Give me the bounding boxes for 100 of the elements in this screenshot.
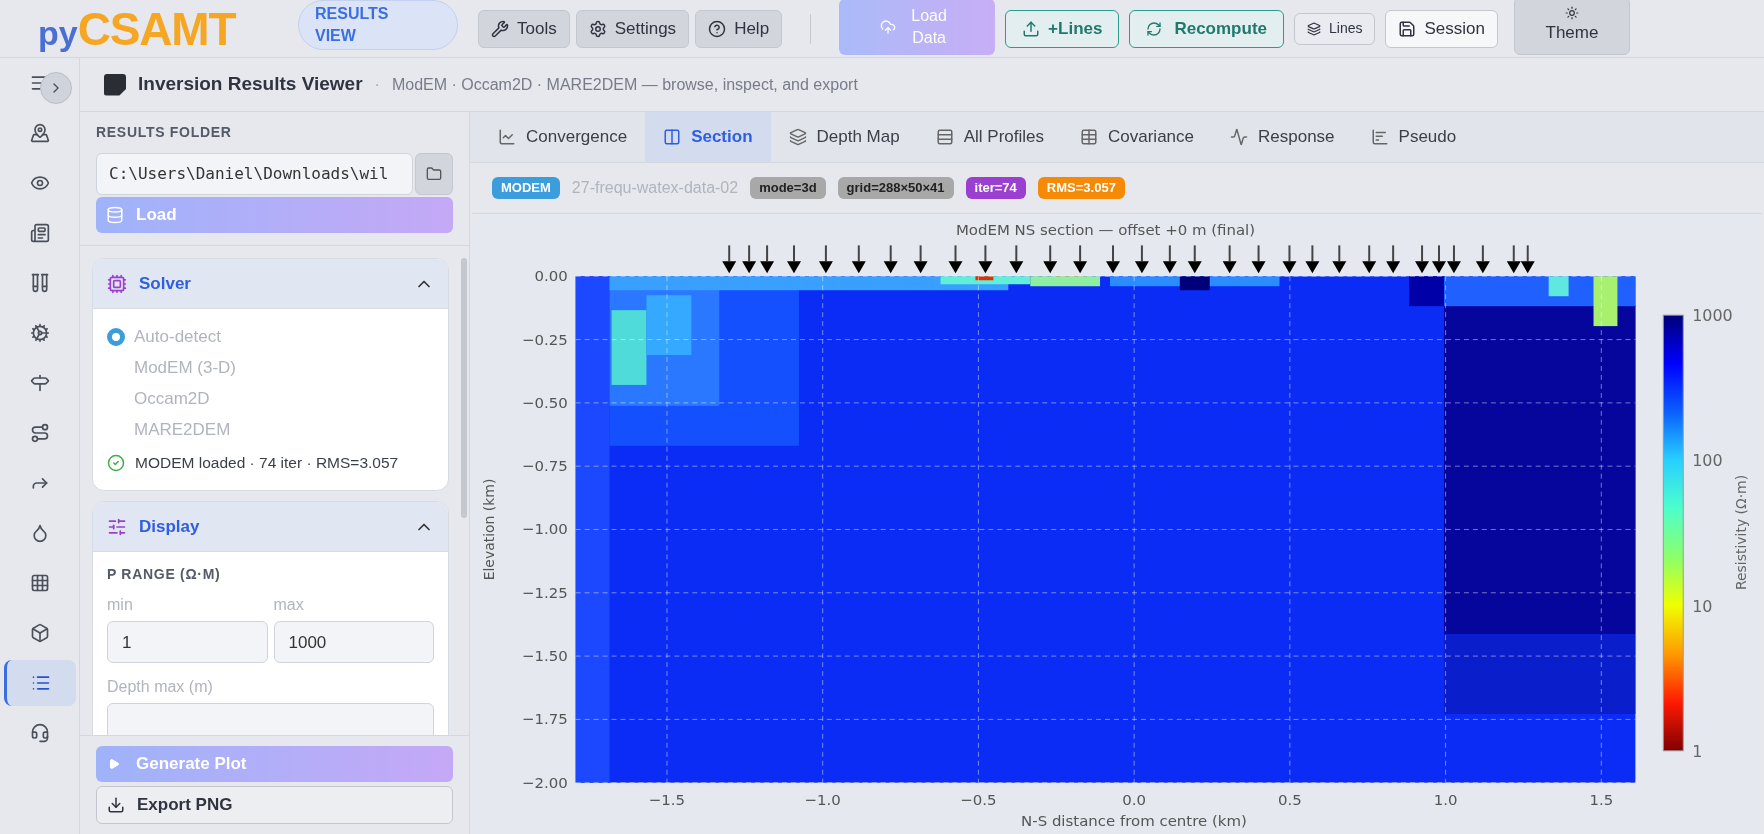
min-label: min (107, 595, 134, 616)
y-tick-label: −1.00 (521, 520, 568, 539)
tab[interactable]: Depth Map (770, 112, 918, 162)
eye-icon (29, 173, 50, 193)
folder-path-field[interactable]: C:\Users\Daniel\Downloads\wil (96, 153, 413, 195)
colorbar-tick-label: 10 (1692, 596, 1713, 616)
y-tick-label: −0.75 (521, 457, 568, 476)
check-circle-icon (107, 453, 125, 472)
settings-icon (588, 19, 607, 38)
recompute-button[interactable]: Recompute (1129, 9, 1284, 48)
tab[interactable]: Convergence (480, 112, 646, 162)
test-tubes-icon (29, 273, 50, 293)
section-title: Display (139, 516, 200, 538)
solver-status: MODEM loaded · 74 iter · RMS=3.057 (135, 453, 399, 473)
rows-icon (935, 128, 954, 146)
colorbar-label: Resistivity (Ω·m) (1733, 474, 1750, 591)
colorbar-tick-label: 1000 (1692, 306, 1733, 326)
layers-icon (1307, 21, 1321, 36)
x-tick-label: 1.0 (1433, 790, 1458, 809)
map-pin-icon (29, 123, 50, 143)
pulse-icon (1230, 128, 1248, 146)
columns-icon (663, 128, 682, 146)
badge: RMS=3.057 (1037, 177, 1125, 199)
x-tick-label: 1.5 (1589, 790, 1614, 809)
grid-icon (29, 573, 50, 593)
refresh-icon (1146, 20, 1163, 37)
cloud-upload-icon (880, 18, 897, 35)
y-axis-label: Elevation (km) (480, 478, 497, 581)
rail-item[interactable] (3, 660, 76, 706)
view-pill: RESULTS VIEW (298, 0, 458, 50)
help-icon (708, 19, 727, 38)
heatmap-cell (1548, 276, 1569, 297)
section-header[interactable]: Solver (93, 259, 448, 309)
section-title: Solver (139, 272, 191, 295)
y-tick-label: −2.00 (521, 773, 568, 792)
y-tick-label: −0.50 (521, 393, 568, 412)
x-tick-label: −1.0 (804, 790, 841, 809)
folder-icon (426, 166, 442, 182)
layers-icon (788, 128, 807, 146)
max-field[interactable]: 1000 (273, 621, 434, 664)
document-icon (104, 73, 126, 96)
depth-max-field[interactable] (107, 703, 434, 735)
page-subtitle: ModEM · Occam2D · MARE2DEM — browse, inspect, and export (391, 74, 858, 95)
toolbar-button[interactable]: Help (695, 9, 783, 48)
lines-button[interactable]: Lines (1294, 12, 1376, 45)
theme-button[interactable]: Theme (1513, 0, 1630, 55)
wrench-icon (491, 19, 509, 38)
y-tick-label: −0.25 (521, 330, 568, 349)
add-lines-button[interactable]: +Lines (1005, 9, 1120, 48)
line-chart-icon (498, 128, 516, 146)
tab[interactable]: Response (1212, 112, 1353, 162)
browse-folder-button[interactable] (415, 153, 453, 195)
heatmap-cell (1030, 276, 1101, 287)
results-folder-label: RESULTS FOLDER (96, 123, 233, 142)
bars-icon (1370, 128, 1389, 146)
download-icon (107, 796, 125, 814)
heatmap-cell (1593, 276, 1618, 327)
badge: mode=3d (750, 177, 826, 199)
list-icon (31, 673, 51, 693)
gears-icon (29, 323, 50, 343)
play-icon (108, 758, 120, 770)
export-png-button[interactable]: Export PNG (96, 786, 453, 824)
session-button[interactable]: Session (1385, 9, 1498, 48)
title-separator: · (374, 74, 380, 95)
x-axis-label: N-S distance from centre (km) (1021, 811, 1247, 830)
tab[interactable]: Covariance (1062, 112, 1212, 162)
badge: grid=288×50×41 (837, 177, 954, 199)
chip-icon (107, 273, 127, 294)
save-icon (1398, 19, 1417, 38)
y-tick-label: −1.75 (521, 710, 568, 729)
x-tick-label: −0.5 (960, 790, 997, 809)
sun-icon (1564, 5, 1579, 20)
heatmap-cell (1179, 276, 1210, 291)
min-field[interactable]: 1 (107, 621, 268, 664)
x-tick-label: −1.5 (648, 790, 686, 809)
tab[interactable]: All Profiles (917, 112, 1062, 162)
y-tick-label: −1.50 (521, 647, 568, 666)
badge: MODEM (492, 177, 560, 199)
colorbar-tick-label: 100 (1692, 451, 1723, 471)
toolbar-button[interactable]: Settings (575, 9, 690, 48)
cube-icon (29, 623, 50, 643)
scrollbar[interactable] (461, 258, 467, 518)
y-tick-label: −1.25 (521, 583, 568, 602)
newspaper-icon (29, 223, 50, 243)
page-title: Inversion Results Viewer (138, 72, 363, 97)
sliders-icon (107, 516, 127, 537)
tab[interactable]: Pseudo (1352, 112, 1475, 162)
section-header[interactable]: Display (93, 502, 448, 553)
toolbar-button[interactable]: Tools (478, 9, 570, 48)
headset-icon (29, 723, 50, 743)
table-icon (1080, 128, 1098, 146)
x-tick-label: 0.5 (1278, 790, 1302, 809)
tab[interactable]: Section (645, 112, 771, 162)
range-label: P RANGE (Ω·M) (107, 565, 222, 585)
app-logo: pyCSAMT (38, 5, 237, 52)
colorbar-tick-label: 1 (1692, 741, 1703, 761)
y-tick-label: 0.00 (534, 267, 568, 286)
heatmap-cell (646, 295, 692, 355)
badge: iter=74 (965, 177, 1026, 199)
plot-title: ModEM NS section — offset +0 m (final) (955, 221, 1256, 240)
